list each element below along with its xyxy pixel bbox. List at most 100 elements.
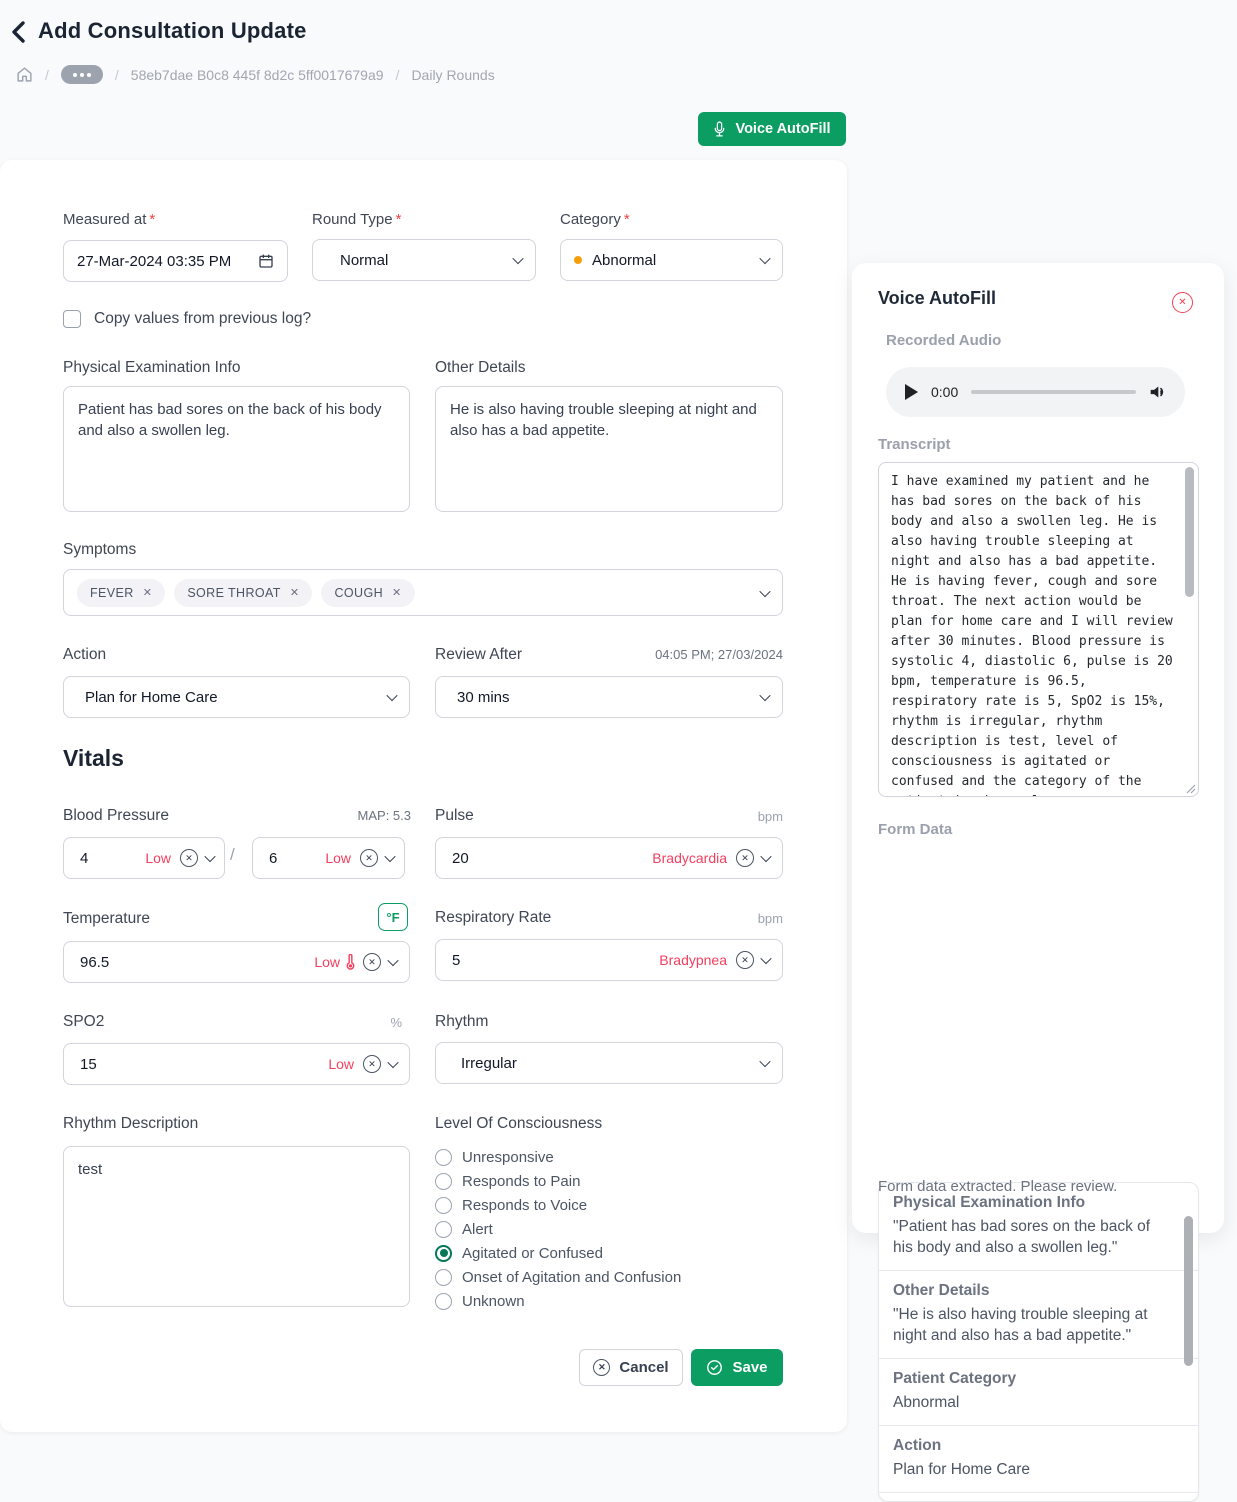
home-icon[interactable] xyxy=(16,66,33,83)
radio-icon[interactable] xyxy=(435,1173,452,1190)
clear-value-icon[interactable]: ✕ xyxy=(360,849,378,867)
radio-option[interactable]: Alert xyxy=(435,1217,681,1241)
form-data-key: Action xyxy=(893,1437,1172,1455)
remove-tag-icon[interactable]: ✕ xyxy=(290,586,300,599)
audio-player[interactable]: 0:00 xyxy=(886,367,1185,417)
symptoms-multiselect[interactable]: FEVER ✕ SORE THROAT ✕ COUGH ✕ xyxy=(63,569,783,616)
pulse-value: 20 xyxy=(452,850,652,867)
audio-progress-bar[interactable] xyxy=(971,390,1136,394)
rhythm-description-textarea[interactable]: test xyxy=(63,1146,410,1307)
rhythm-value: Irregular xyxy=(449,1055,761,1072)
review-after-select[interactable]: 30 mins xyxy=(435,676,783,718)
voice-autofill-button[interactable]: Voice AutoFill xyxy=(698,112,846,146)
bp-diastolic-input[interactable]: 6 Low ✕ xyxy=(252,837,405,879)
radio-option[interactable]: Unresponsive xyxy=(435,1145,681,1169)
radio-icon[interactable] xyxy=(435,1197,452,1214)
breadcrumb-separator: / xyxy=(396,67,400,83)
radio-label: Unknown xyxy=(462,1293,525,1310)
radio-icon[interactable] xyxy=(435,1149,452,1166)
form-data-value: "Patient has bad sores on the back of hi… xyxy=(893,1216,1172,1258)
chevron-down-icon xyxy=(387,1057,398,1068)
respiratory-rate-input[interactable]: 5 Bradypnea ✕ xyxy=(435,939,783,981)
save-button[interactable]: Save xyxy=(691,1349,783,1386)
thermometer-icon xyxy=(345,954,356,970)
other-details-textarea[interactable]: He is also having trouble sleeping at ni… xyxy=(435,386,783,512)
radio-icon[interactable] xyxy=(435,1221,452,1238)
form-data-entry: Patient Category Abnormal xyxy=(879,1358,1198,1425)
map-value: MAP: 5.3 xyxy=(260,808,411,823)
spo2-input[interactable]: 15 Low ✕ xyxy=(63,1043,410,1085)
close-panel-icon[interactable]: ✕ xyxy=(1172,292,1193,313)
form-data-entry: Action Plan for Home Care xyxy=(879,1425,1198,1492)
scrollbar-thumb[interactable] xyxy=(1184,1216,1193,1366)
round-type-label: Round Type* xyxy=(312,211,401,228)
radio-option[interactable]: Responds to Voice xyxy=(435,1193,681,1217)
resize-grip-icon[interactable] xyxy=(1186,784,1196,794)
temperature-unit-toggle[interactable]: °F xyxy=(378,903,408,931)
page-title: Add Consultation Update xyxy=(38,18,307,44)
action-select[interactable]: Plan for Home Care xyxy=(63,676,410,718)
chevron-down-icon xyxy=(384,851,395,862)
symptom-tag: FEVER ✕ xyxy=(77,579,165,607)
action-label: Action xyxy=(63,646,106,664)
respiratory-rate-label: Respiratory Rate xyxy=(435,909,551,927)
radio-label: Responds to Pain xyxy=(462,1173,580,1190)
temperature-input[interactable]: 96.5 Low ✕ xyxy=(63,941,410,983)
radio-option[interactable]: Unknown xyxy=(435,1289,681,1313)
breadcrumb: / / 58eb7dae B0c8 445f 8d2c 5ff0017679a9… xyxy=(16,65,495,84)
cancel-button[interactable]: ✕ Cancel xyxy=(579,1349,683,1386)
chevron-down-icon xyxy=(759,690,770,701)
spo2-value: 15 xyxy=(80,1056,328,1073)
form-data-entry: Other Details "He is also having trouble… xyxy=(879,1270,1198,1358)
scrollbar-thumb[interactable] xyxy=(1185,467,1194,597)
chevron-left-icon xyxy=(8,19,30,45)
bp-systolic-input[interactable]: 4 Low ✕ xyxy=(63,837,225,879)
form-data-value: "He is also having trouble sleeping at n… xyxy=(893,1304,1172,1346)
round-type-select[interactable]: Normal xyxy=(312,239,536,281)
calendar-icon[interactable] xyxy=(258,253,274,269)
radio-option-selected[interactable]: Agitated or Confused xyxy=(435,1241,681,1265)
voice-autofill-panel: Voice AutoFill ✕ Recorded Audio 0:00 Tra… xyxy=(852,263,1224,1233)
spo2-unit: % xyxy=(250,1015,402,1030)
chevron-down-icon xyxy=(760,851,771,862)
radio-icon-selected[interactable] xyxy=(435,1245,452,1262)
form-data-box: Physical Examination Info "Patient has b… xyxy=(878,1182,1199,1502)
measured-at-label: Measured at* xyxy=(63,211,155,228)
radio-icon[interactable] xyxy=(435,1269,452,1286)
cancel-label: Cancel xyxy=(619,1359,668,1376)
transcript-textarea[interactable]: I have examined my patient and he has ba… xyxy=(878,462,1199,797)
microphone-icon xyxy=(713,121,726,138)
category-select[interactable]: Abnormal xyxy=(560,239,783,281)
copy-previous-checkbox[interactable] xyxy=(63,310,81,328)
play-icon[interactable] xyxy=(905,384,918,400)
radio-option[interactable]: Responds to Pain xyxy=(435,1169,681,1193)
remove-tag-icon[interactable]: ✕ xyxy=(143,586,153,599)
radio-icon[interactable] xyxy=(435,1293,452,1310)
measured-at-input[interactable]: 27-Mar-2024 03:35 PM xyxy=(63,240,288,282)
form-data-value: Abnormal xyxy=(893,1392,1172,1413)
breadcrumb-patient-id[interactable]: 58eb7dae B0c8 445f 8d2c 5ff0017679a9 xyxy=(131,67,384,83)
rhythm-select[interactable]: Irregular xyxy=(435,1042,783,1084)
clear-value-icon[interactable]: ✕ xyxy=(736,849,754,867)
round-type-value: Normal xyxy=(326,252,514,269)
chevron-down-icon xyxy=(760,953,771,964)
breadcrumb-ellipsis[interactable] xyxy=(61,65,103,84)
volume-icon[interactable] xyxy=(1149,384,1166,400)
pulse-status: Bradycardia xyxy=(652,850,727,866)
clear-value-icon[interactable]: ✕ xyxy=(363,953,381,971)
pulse-input[interactable]: 20 Bradycardia ✕ xyxy=(435,837,783,879)
check-circle-icon xyxy=(706,1359,723,1376)
clear-value-icon[interactable]: ✕ xyxy=(180,849,198,867)
pulse-unit: bpm xyxy=(633,809,783,824)
symptom-tag: COUGH ✕ xyxy=(321,579,414,607)
clear-value-icon[interactable]: ✕ xyxy=(363,1055,381,1073)
bp-separator: / xyxy=(230,845,235,865)
breadcrumb-page: Daily Rounds xyxy=(411,67,494,83)
remove-tag-icon[interactable]: ✕ xyxy=(392,586,402,599)
clear-value-icon[interactable]: ✕ xyxy=(736,951,754,969)
radio-option[interactable]: Onset of Agitation and Confusion xyxy=(435,1265,681,1289)
chevron-down-icon xyxy=(759,1056,770,1067)
physical-exam-textarea[interactable]: Patient has bad sores on the back of his… xyxy=(63,386,410,512)
rhythm-description-label: Rhythm Description xyxy=(63,1115,198,1133)
back-button[interactable] xyxy=(8,19,30,50)
